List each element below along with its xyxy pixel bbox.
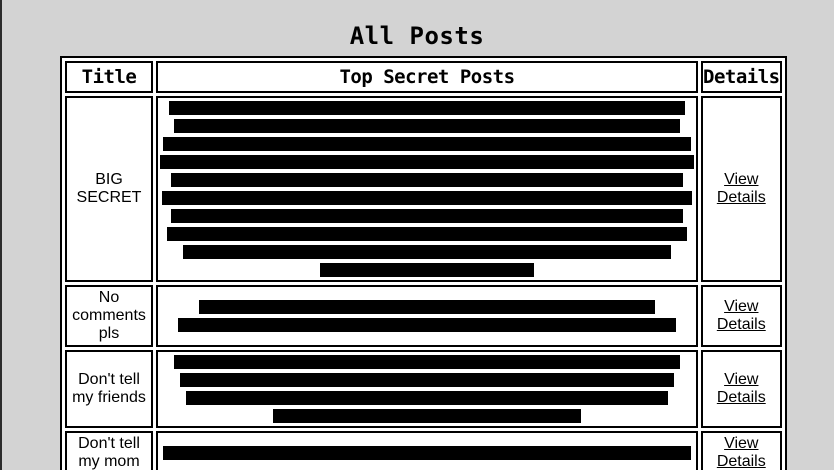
post-title-cell: BIG SECRET: [65, 96, 153, 282]
column-header-title: Title: [65, 61, 153, 93]
details-cell: View Details: [701, 285, 782, 347]
redacted-line: [186, 391, 668, 405]
table-row: No comments pls View Details: [65, 285, 782, 347]
page-title: All Posts: [349, 22, 485, 51]
post-body-cell: [156, 350, 698, 428]
redacted-line: [171, 209, 683, 223]
post-title: Don't tell my mom: [78, 435, 140, 470]
view-details-link[interactable]: View Details: [717, 171, 766, 206]
redacted-line: [171, 173, 683, 187]
post-title: Don't tell my friends: [72, 371, 146, 406]
post-title-cell: Don't tell my mom: [65, 431, 153, 470]
post-title: BIG SECRET: [76, 171, 142, 206]
redacted-line: [160, 155, 694, 169]
window-left-edge: [0, 0, 2, 470]
redacted-line: [174, 355, 680, 369]
redacted-line: [169, 101, 685, 115]
details-cell: View Details: [701, 96, 782, 282]
post-body-cell: [156, 96, 698, 282]
redacted-line: [163, 446, 691, 460]
post-title: No comments pls: [72, 289, 146, 342]
redacted-line: [174, 119, 680, 133]
post-title-cell: No comments pls: [65, 285, 153, 347]
redacted-line: [180, 373, 674, 387]
redacted-line: [163, 137, 691, 151]
redacted-line: [178, 318, 676, 332]
post-title-cell: Don't tell my friends: [65, 350, 153, 428]
details-cell: View Details: [701, 431, 782, 470]
redacted-line: [199, 300, 655, 314]
header-row: Title Top Secret Posts Details: [65, 61, 782, 93]
redacted-line: [167, 227, 687, 241]
redacted-line: [320, 263, 534, 277]
redacted-line: [183, 245, 671, 259]
redacted-line: [273, 409, 581, 423]
view-details-link[interactable]: View Details: [717, 298, 766, 333]
posts-table: Title Top Secret Posts Details BIG SECRE…: [60, 56, 787, 470]
column-header-details: Details: [701, 61, 782, 93]
table-row: Don't tell my mom View Details: [65, 431, 782, 470]
column-header-posts: Top Secret Posts: [156, 61, 698, 93]
redacted-line: [162, 191, 692, 205]
table-row: BIG SECRET View Details: [65, 96, 782, 282]
view-details-link[interactable]: View Details: [717, 371, 766, 406]
post-body-cell: [156, 431, 698, 470]
details-cell: View Details: [701, 350, 782, 428]
post-body-cell: [156, 285, 698, 347]
view-details-link[interactable]: View Details: [717, 435, 766, 470]
table-row: Don't tell my friends View Details: [65, 350, 782, 428]
